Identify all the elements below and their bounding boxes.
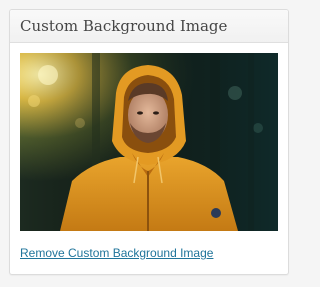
remove-background-image-link[interactable]: Remove Custom Background Image xyxy=(20,246,213,260)
background-image-preview xyxy=(20,53,278,231)
custom-background-widget: Custom Background Image Remove Custom Ba… xyxy=(9,9,289,275)
widget-header: Custom Background Image xyxy=(10,10,288,43)
widget-title: Custom Background Image xyxy=(20,17,228,35)
photo-icon xyxy=(20,53,278,231)
